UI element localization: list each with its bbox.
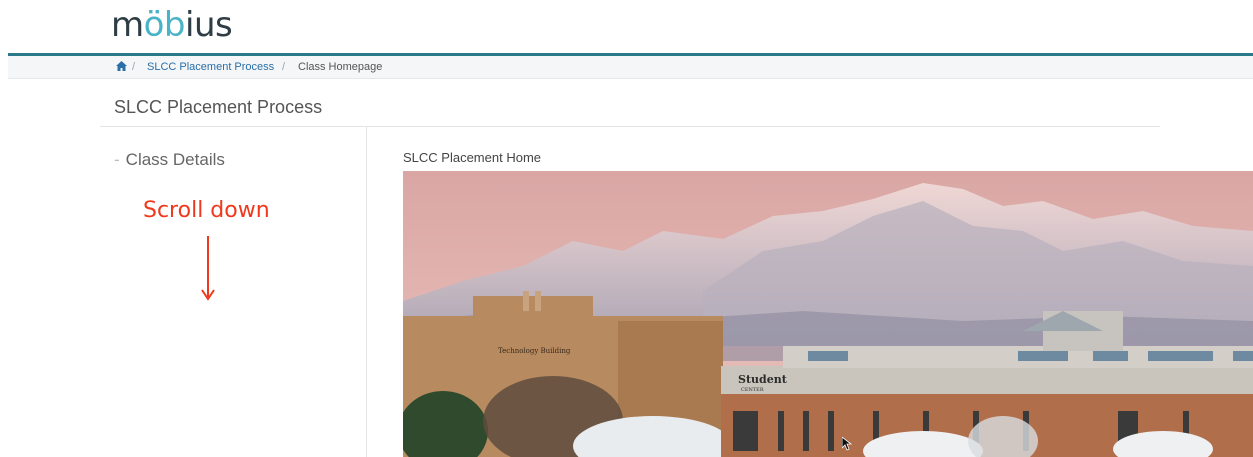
sidebar-divider xyxy=(366,127,367,457)
svg-text:Student: Student xyxy=(738,373,788,386)
home-icon[interactable] xyxy=(116,56,127,78)
breadcrumb: / SLCC Placement Process / Class Homepag… xyxy=(8,56,1253,79)
breadcrumb-link-placement-process[interactable]: SLCC Placement Process xyxy=(147,56,274,78)
course-title: SLCC Placement Process xyxy=(114,97,323,117)
logo-text-suffix: ius xyxy=(185,5,233,45)
mouse-cursor-icon xyxy=(841,436,853,456)
scroll-annotation: Scroll down xyxy=(143,198,270,223)
breadcrumb-separator: / xyxy=(282,61,286,73)
svg-text:CENTER: CENTER xyxy=(741,387,764,393)
breadcrumb-separator: / xyxy=(132,61,136,73)
logo-text-prefix: m xyxy=(111,5,144,45)
title-divider xyxy=(100,126,1160,127)
svg-text:Technology Building: Technology Building xyxy=(498,347,571,355)
content-heading: SLCC Placement Home xyxy=(403,150,541,165)
mobius-logo[interactable]: möbius xyxy=(111,3,233,47)
logo-text-ob: öb xyxy=(143,5,186,45)
sidebar-item-class-details[interactable]: - Class Details xyxy=(114,150,225,170)
top-header: möbius xyxy=(0,0,1253,54)
arrow-down-icon xyxy=(200,234,216,307)
collapse-icon[interactable]: - xyxy=(114,150,120,169)
sidebar-item-label: Class Details xyxy=(125,150,225,169)
campus-hero-image: Technology Building Student CENTER xyxy=(403,171,1253,457)
breadcrumb-current: Class Homepage xyxy=(298,61,383,73)
